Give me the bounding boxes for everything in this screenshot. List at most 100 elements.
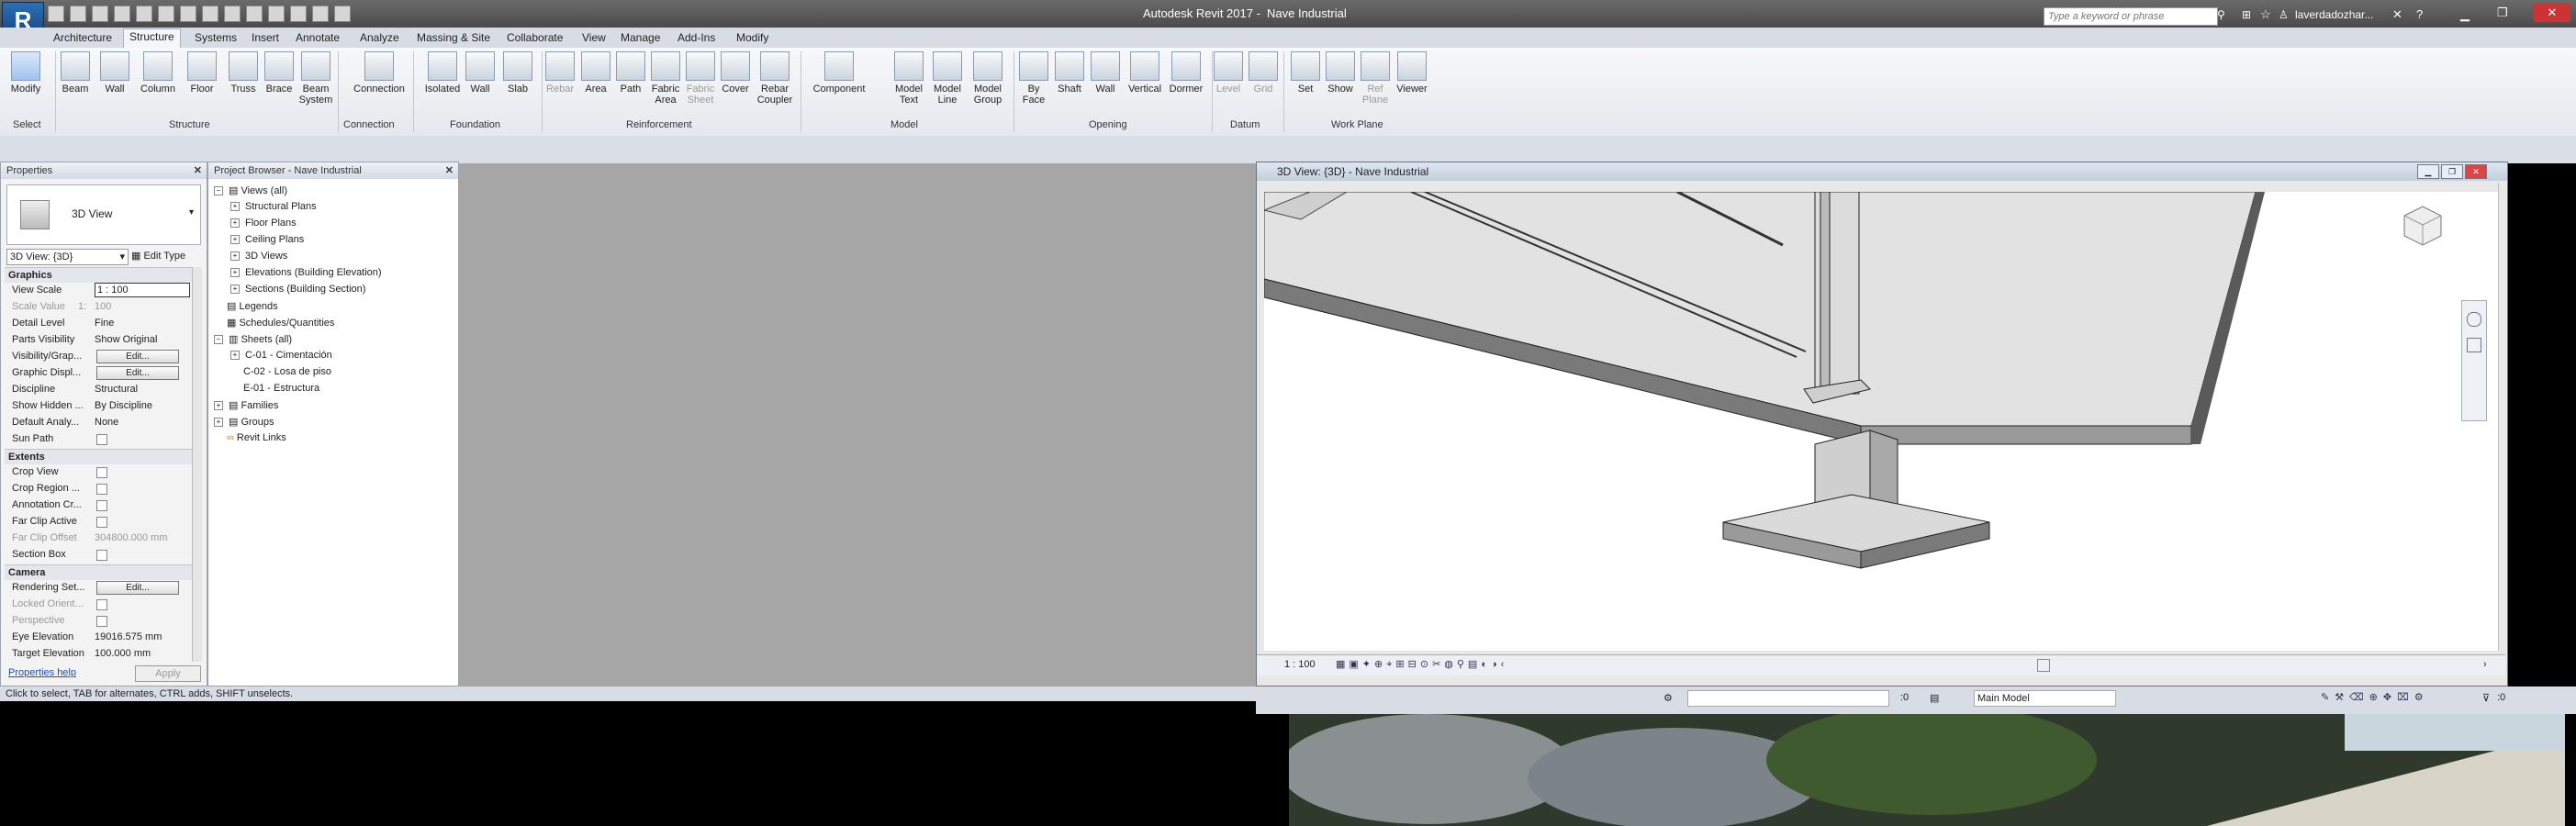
user-icon[interactable]: ♙ [2279, 8, 2289, 21]
floor-button[interactable]: Floor [184, 51, 220, 95]
set-button[interactable]: Set [1287, 51, 1324, 95]
tree-ceiling-plans[interactable]: + Ceiling Plans [230, 234, 304, 245]
beam-button[interactable]: Beam [57, 51, 94, 95]
isolated-button[interactable]: Isolated [420, 51, 465, 95]
tree-groups[interactable]: + ▤ Groups [214, 416, 274, 428]
design-options-icon[interactable]: ▤ [1930, 692, 1939, 704]
vertical-scrollbar[interactable] [2498, 183, 2506, 651]
close-icon[interactable]: ✕ [2534, 4, 2570, 22]
navigation-bar[interactable] [2461, 300, 2487, 421]
tree-sheet-e01[interactable]: E-01 - Estructura [243, 383, 319, 394]
instance-filter-select[interactable]: 3D View: {3D} ▾ [6, 249, 129, 265]
rendering-edit-button[interactable]: Edit... [96, 581, 179, 595]
component-button[interactable]: Component [810, 51, 868, 95]
maximize-icon[interactable]: ❐ [2497, 6, 2508, 20]
section-graphics[interactable]: Graphics [5, 267, 194, 283]
tree-structural-plans[interactable]: + Structural Plans [230, 201, 317, 212]
view-scale-control[interactable]: 1 : 100 [1284, 659, 1316, 670]
dormer-button[interactable]: Dormer [1166, 51, 1206, 95]
slab-button[interactable]: Slab [499, 51, 536, 95]
section-box-checkbox[interactable] [96, 550, 107, 561]
user-name[interactable]: laverdadozhar... [2295, 8, 2373, 21]
panel-select[interactable]: Select [13, 119, 41, 130]
3d-view-icon[interactable] [246, 6, 263, 22]
close-icon[interactable]: ✕ [445, 162, 454, 179]
tab-add-ins[interactable]: Add-Ins [672, 30, 721, 45]
connection-button[interactable]: Connection [351, 51, 408, 95]
worksets-icon[interactable]: ⚙ [1663, 692, 1673, 704]
scroll-right-icon[interactable]: › [2483, 659, 2487, 670]
modify-button[interactable]: Modify [7, 51, 44, 95]
prop-show-hidden[interactable]: Show Hidden ... By Discipline [5, 397, 190, 414]
workset-select[interactable] [1687, 690, 1889, 707]
view-restore-icon[interactable]: ❐ [2441, 164, 2463, 179]
model-group-button[interactable]: Model Group [969, 51, 1006, 106]
redo-icon[interactable] [136, 6, 152, 22]
tab-collaborate[interactable]: Collaborate [501, 30, 568, 45]
type-selector[interactable]: 3D View ▾ [6, 184, 201, 245]
panel-reinforcement[interactable]: Reinforcement [626, 119, 692, 130]
viewcube[interactable] [2386, 199, 2459, 254]
section-extents[interactable]: Extents [5, 449, 194, 464]
shaft-button[interactable]: Shaft [1051, 51, 1088, 95]
far-clip-checkbox[interactable] [96, 517, 107, 528]
tree-sheets[interactable]: − ▥ Sheets (all) [214, 333, 292, 345]
tab-annotate[interactable]: Annotate [290, 30, 345, 45]
tree-families[interactable]: + ▤ Families [214, 399, 278, 411]
filter-icon[interactable]: ⊽ [2482, 692, 2490, 704]
tree-floor-plans[interactable]: + Floor Plans [230, 218, 297, 229]
text-icon[interactable] [224, 6, 241, 22]
crop-region-checkbox[interactable] [96, 484, 107, 495]
tree-elevations[interactable]: + Elevations (Building Elevation) [230, 267, 382, 278]
thin-lines-icon[interactable] [290, 6, 307, 22]
tree-schedules[interactable]: ▦ Schedules/Quantities [227, 317, 334, 329]
prop-parts-visibility[interactable]: Parts Visibility Show Original [5, 331, 190, 348]
3d-model-canvas[interactable] [1264, 192, 2500, 651]
prop-default-analysis[interactable]: Default Analy... None [5, 414, 190, 430]
tab-modify[interactable]: Modify [731, 30, 774, 45]
ref-plane-button[interactable]: Ref Plane [1357, 51, 1394, 106]
sun-path-checkbox[interactable] [96, 434, 107, 445]
exchange-icon[interactable]: ✕ [2392, 7, 2402, 22]
tab-massing-site[interactable]: Massing & Site [411, 30, 496, 45]
rebar-coupler-button[interactable]: Rebar Coupler [755, 51, 795, 106]
properties-help-link[interactable]: Properties help [8, 667, 76, 678]
grid-button[interactable]: Grid [1245, 51, 1282, 95]
binoculars-icon[interactable]: ⚲ [2217, 8, 2225, 21]
rebar-button[interactable]: Rebar [542, 51, 578, 95]
fabric-sheet-button[interactable]: Fabric Sheet [682, 51, 719, 106]
search-input[interactable]: Type a keyword or phrase [2044, 7, 2218, 26]
tree-revit-links[interactable]: ∞ Revit Links [227, 432, 286, 443]
beam-system-button[interactable]: Beam System [297, 51, 334, 106]
selection-options-icons[interactable]: ✎⚒⌫⊕✥⌧⚙ [2321, 691, 2429, 703]
crop-view-checkbox[interactable] [96, 467, 107, 478]
vertical-button[interactable]: Vertical [1125, 51, 1165, 95]
horizontal-scroll-thumb[interactable] [2037, 659, 2050, 672]
show-button[interactable]: Show [1322, 51, 1359, 95]
tree-3d-views[interactable]: +3D Views [230, 251, 287, 262]
save-icon[interactable] [70, 6, 86, 22]
print-icon[interactable] [158, 6, 174, 22]
minimize-icon[interactable]: ▁ [2460, 7, 2470, 22]
graphic-display-edit-button[interactable]: Edit... [96, 366, 179, 380]
steering-wheel-icon[interactable] [2467, 312, 2481, 327]
model-line-button[interactable]: Model Line [929, 51, 966, 106]
fabric-area-button[interactable]: Fabric Area [647, 51, 684, 106]
tree-sheet-c02[interactable]: C-02 - Losa de piso [243, 366, 331, 377]
wall-opening-button[interactable]: Wall [1087, 51, 1124, 95]
view-scale-input[interactable]: 1 : 100 [95, 283, 190, 297]
dimension-icon[interactable] [202, 6, 218, 22]
prop-target-elevation[interactable]: Target Elevation 100.000 mm [5, 645, 190, 662]
help-icon[interactable]: ? [2416, 7, 2423, 21]
tab-structure[interactable]: Structure [123, 28, 181, 50]
foundation-wall-button[interactable]: Wall [462, 51, 498, 95]
zoom-icon[interactable] [2467, 338, 2481, 352]
prop-eye-elevation[interactable]: Eye Elevation 19016.575 mm [5, 629, 190, 645]
undo-icon[interactable] [114, 6, 130, 22]
view-close-icon[interactable]: ✕ [2465, 164, 2487, 179]
section-camera[interactable]: Camera [5, 564, 194, 580]
switch-windows-icon[interactable] [334, 6, 351, 22]
section-icon[interactable] [268, 6, 285, 22]
view-minimize-icon[interactable]: ▁ [2417, 164, 2439, 179]
tree-sheet-c01[interactable]: + C-01 - Cimentación [230, 350, 332, 361]
